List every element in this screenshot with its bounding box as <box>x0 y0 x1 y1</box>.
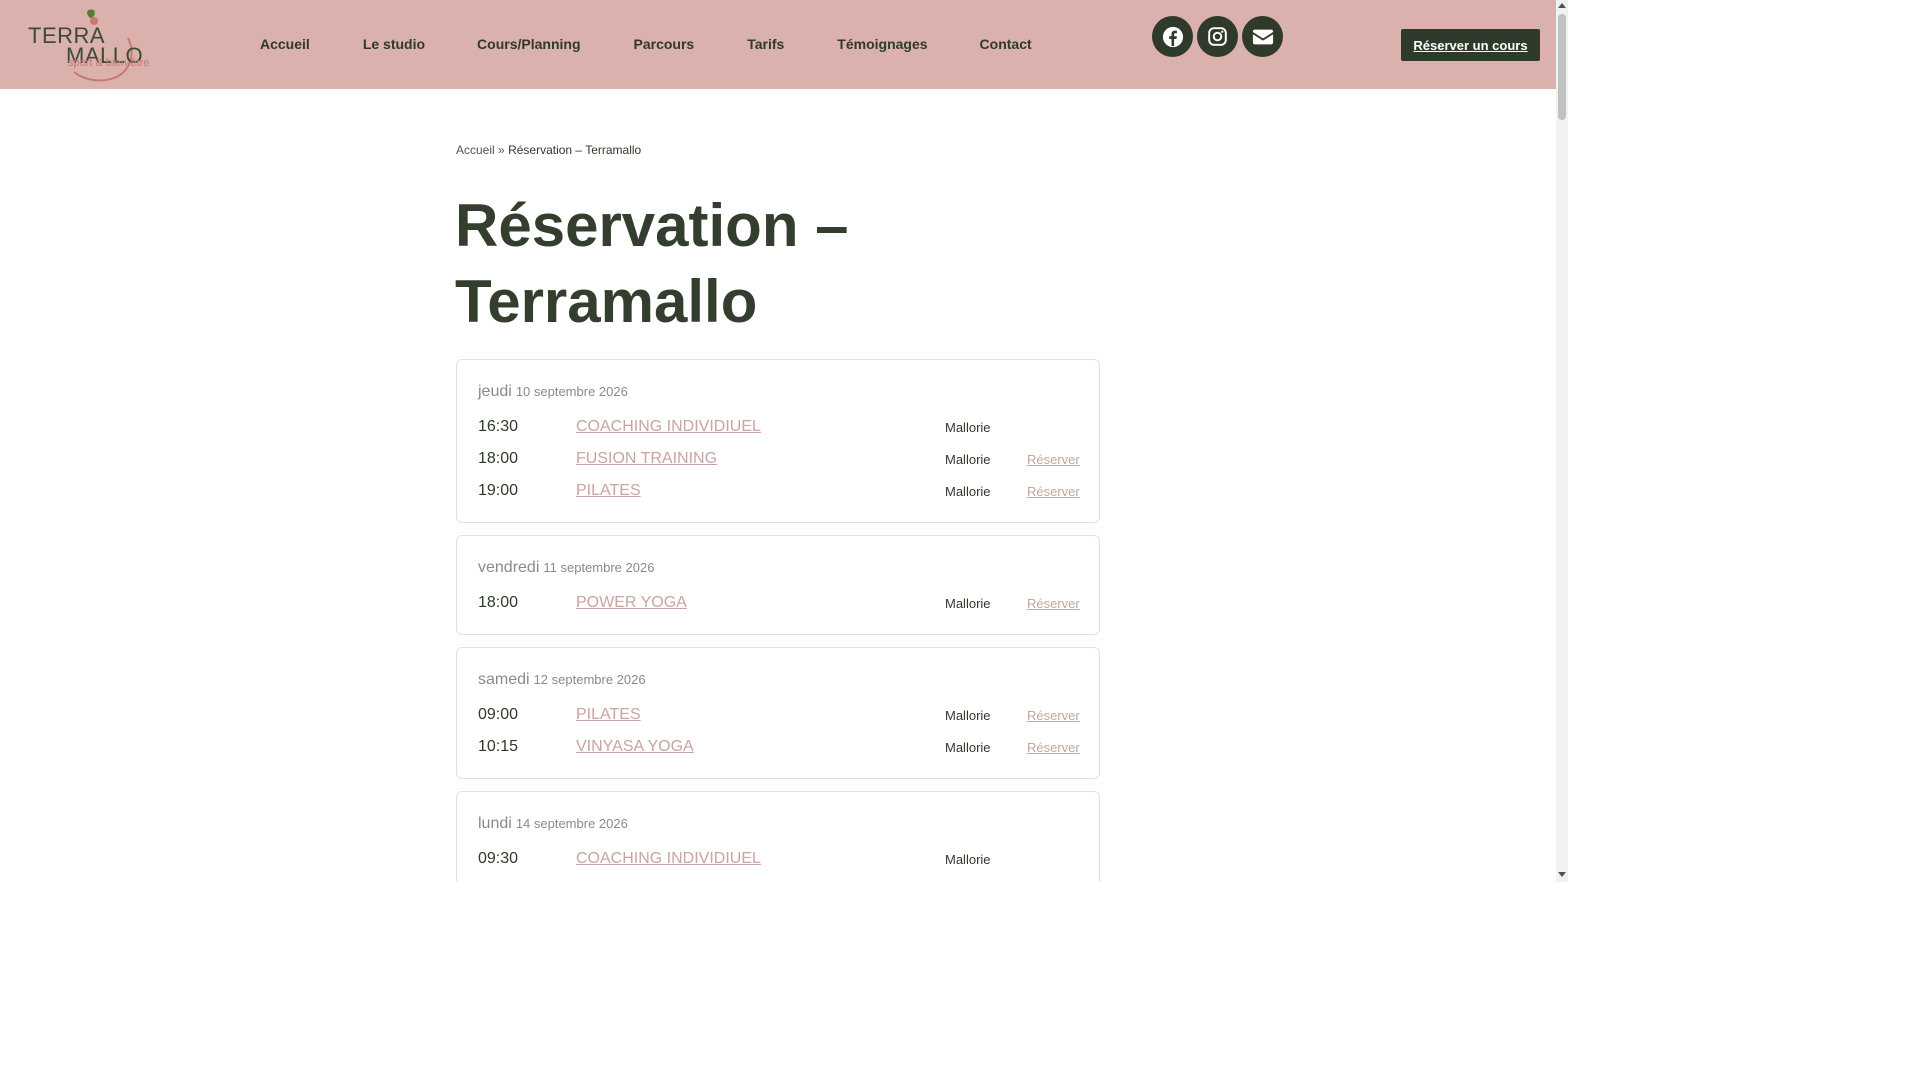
session-time: 09:00 <box>478 706 519 723</box>
session-row: 18:00 FUSION TRAINING Mallorie Réserver <box>457 450 1099 472</box>
session-time: 10:15 <box>478 738 519 755</box>
terramallo-logo[interactable]: TERRA MALLO sport & bien-être <box>26 6 150 84</box>
scroll-down-arrow-icon[interactable] <box>1558 872 1566 877</box>
session-row: 10:15 VINYASA YOGA Mallorie Réserver <box>457 738 1099 760</box>
page-title-line1: Réservation – <box>455 192 849 259</box>
session-teacher: Mallorie <box>945 740 991 755</box>
mail-icon <box>1252 29 1273 44</box>
nav-parcours[interactable]: Parcours <box>634 36 695 54</box>
page-title: Réservation – Terramallo <box>455 188 1055 340</box>
day-name: lundi <box>478 815 512 832</box>
site-header: TERRA MALLO sport & bien-être Accueil Le… <box>0 0 1556 89</box>
session-time: 18:00 <box>478 594 519 611</box>
reserve-course-button[interactable]: Réserver un cours <box>1401 29 1540 61</box>
instagram-button[interactable] <box>1197 16 1238 57</box>
session-course-link[interactable]: COACHING INDIVIDIUEL <box>576 850 761 868</box>
breadcrumb-separator: » <box>498 143 505 157</box>
session-teacher: Mallorie <box>945 452 991 467</box>
day-card-saturday: samedi 12 septembre 2026 09:00 PILATES Ma… <box>456 647 1100 779</box>
page-scrollbar[interactable] <box>1556 0 1568 882</box>
nav-cours-planning[interactable]: Cours/Planning <box>477 36 580 54</box>
nav-contact[interactable]: Contact <box>980 36 1032 54</box>
nav-temoignages[interactable]: Témoignages <box>837 36 927 54</box>
session-reserve-link[interactable]: Réserver <box>1027 596 1080 611</box>
nav-tarifs[interactable]: Tarifs <box>747 36 784 54</box>
session-reserve-link[interactable]: Réserver <box>1027 740 1080 755</box>
session-course-link[interactable]: PILATES <box>576 482 641 500</box>
page: TERRA MALLO sport & bien-être Accueil Le… <box>0 0 1568 882</box>
session-time: 16:30 <box>478 418 519 435</box>
session-reserve-link[interactable]: Réserver <box>1027 708 1080 723</box>
day-date: 10 septembre 2026 <box>515 384 628 399</box>
nav-accueil[interactable]: Accueil <box>260 36 310 54</box>
session-teacher: Mallorie <box>945 420 991 435</box>
session-time: 18:00 <box>478 450 519 467</box>
logo-tagline: sport & bien-être <box>68 57 150 69</box>
session-row: 19:00 PILATES Mallorie Réserver <box>457 482 1099 504</box>
session-row: 09:30 COACHING INDIVIDIUEL Mallorie <box>457 850 1099 872</box>
session-row: 16:30 COACHING INDIVIDIUEL Mallorie <box>457 418 1099 440</box>
day-card-friday: vendredi 11 septembre 2026 18:00 POWER YO… <box>456 535 1100 635</box>
session-time: 19:00 <box>478 482 519 499</box>
day-heading: jeudi 10 septembre 2026 <box>478 383 628 401</box>
day-heading: lundi 14 septembre 2026 <box>478 815 628 833</box>
day-date: 11 septembre 2026 <box>543 560 655 575</box>
facebook-button[interactable] <box>1152 16 1193 57</box>
session-course-link[interactable]: FUSION TRAINING <box>576 450 717 468</box>
session-course-link[interactable]: COACHING INDIVIDIUEL <box>576 418 761 436</box>
instagram-icon <box>1208 27 1227 46</box>
session-teacher: Mallorie <box>945 708 991 723</box>
session-course-link[interactable]: VINYASA YOGA <box>576 738 694 756</box>
session-time: 09:30 <box>478 850 519 867</box>
main-nav: Accueil Le studio Cours/Planning Parcour… <box>260 36 1032 54</box>
day-heading: samedi 12 septembre 2026 <box>478 671 646 689</box>
scroll-up-arrow-icon[interactable] <box>1558 3 1566 8</box>
session-row: 09:00 PILATES Mallorie Réserver <box>457 706 1099 728</box>
session-course-link[interactable]: PILATES <box>576 706 641 724</box>
day-date: 14 septembre 2026 <box>515 816 628 831</box>
session-reserve-link[interactable]: Réserver <box>1027 452 1080 467</box>
nav-le-studio[interactable]: Le studio <box>363 36 425 54</box>
mail-button[interactable] <box>1242 16 1283 57</box>
session-teacher: Mallorie <box>945 484 991 499</box>
day-card-thursday: jeudi 10 septembre 2026 16:30 COACHING IN… <box>456 359 1100 523</box>
page-title-line2: Terramallo <box>455 268 758 335</box>
session-row: 18:00 POWER YOGA Mallorie Réserver <box>457 594 1099 616</box>
breadcrumb-home-link[interactable]: Accueil <box>456 143 495 157</box>
day-name: jeudi <box>478 383 512 400</box>
facebook-icon <box>1162 26 1183 47</box>
day-heading: vendredi 11 septembre 2026 <box>478 559 654 577</box>
breadcrumb-current: Réservation – Terramallo <box>508 143 642 157</box>
session-course-link[interactable]: POWER YOGA <box>576 594 687 612</box>
session-reserve-link[interactable]: Réserver <box>1027 484 1080 499</box>
day-name: samedi <box>478 671 530 688</box>
session-teacher: Mallorie <box>945 852 991 867</box>
day-name: vendredi <box>478 559 540 576</box>
day-date: 12 septembre 2026 <box>533 672 646 687</box>
day-card-monday: lundi 14 septembre 2026 09:30 COACHING IN… <box>456 791 1100 882</box>
breadcrumb: Accueil » Réservation – Terramallo <box>456 143 641 157</box>
scrollbar-thumb[interactable] <box>1558 14 1566 120</box>
session-teacher: Mallorie <box>945 596 991 611</box>
